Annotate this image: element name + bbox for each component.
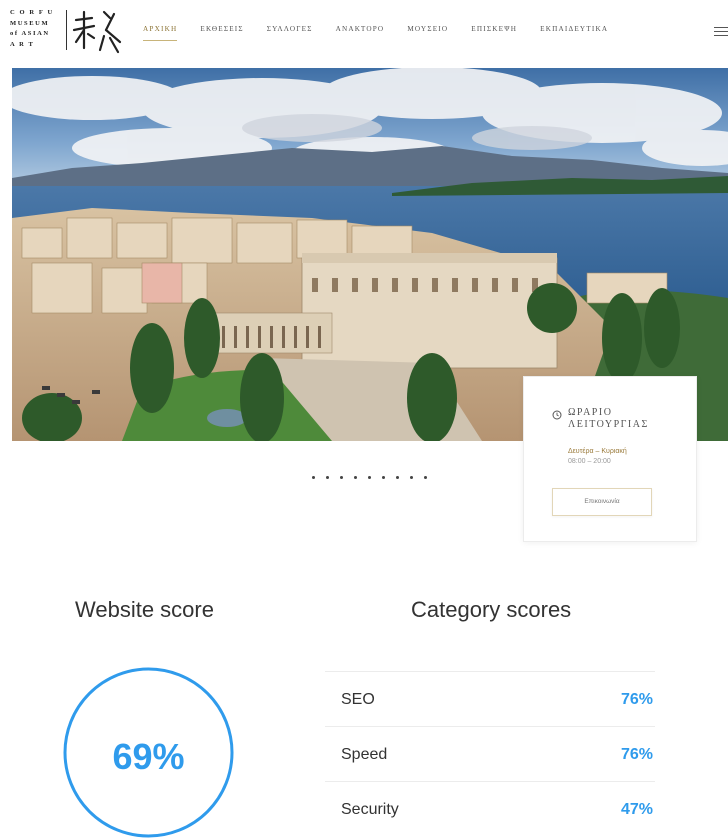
nav-item-museum[interactable]: ΜΟΥΣΕΙΟ [407, 24, 448, 38]
slider-dot[interactable] [354, 476, 357, 479]
website-score-value: 69% [112, 736, 185, 777]
opening-hours-card: ΩΡΑΡΙΟ ΛΕΙΤΟΥΡΓΙΑΣ Δευτέρα – Κυριακή 08:… [523, 376, 697, 542]
logo-line: A R T [10, 40, 35, 48]
nav-item-collections[interactable]: ΣΥΛΛΟΓΕΣ [267, 24, 313, 38]
slider-dot[interactable] [312, 476, 315, 479]
site-header: C O R F U MUSEUM of ASIAN A R T ΑΡΧΙΚΗ Ε… [0, 0, 728, 62]
nav-item-education[interactable]: ΕΚΠΑΙΔΕΥΤΙΚΑ [540, 24, 608, 38]
nav-item-exhibitions[interactable]: ΕΚΘΕΣΕΙΣ [200, 24, 243, 38]
category-name: Security [341, 801, 399, 818]
clock-icon [552, 410, 562, 420]
logo-line: MUSEUM [10, 19, 50, 27]
slider-pagination [312, 476, 438, 479]
slider-dot[interactable] [382, 476, 385, 479]
website-score-heading: Website score [75, 597, 214, 622]
slider-dot[interactable] [410, 476, 413, 479]
slider-dot[interactable] [340, 476, 343, 479]
opening-days: Δευτέρα – Κυριακή [568, 448, 627, 455]
slider-dot[interactable] [368, 476, 371, 479]
hamburger-icon[interactable] [714, 27, 728, 36]
category-name: Speed [341, 746, 388, 763]
nav-item-visit[interactable]: ΕΠΙΣΚΕΨΗ [471, 24, 517, 38]
logo-wordmark: C O R F U MUSEUM of ASIAN A R T [10, 8, 54, 50]
category-value: 47% [620, 801, 653, 818]
category-name: SEO [341, 691, 375, 708]
opening-hours-title-line: ΛΕΙΤΟΥΡΓΙΑΣ [568, 419, 649, 430]
category-value: 76% [620, 691, 653, 708]
category-row-seo: SEO 76% [325, 671, 655, 726]
contact-button[interactable]: Επικοινωνία [552, 488, 652, 516]
category-scores-table: SEO 76% Speed 76% Security 47% [325, 671, 655, 836]
museum-logo[interactable]: C O R F U MUSEUM of ASIAN A R T [10, 8, 122, 54]
nav-item-home[interactable]: ΑΡΧΙΚΗ [143, 24, 178, 41]
logo-line: of ASIAN [10, 30, 50, 38]
main-nav: ΑΡΧΙΚΗ ΕΚΘΕΣΕΙΣ ΣΥΛΛΟΓΕΣ ΑΝΑΚΤΟΡΟ ΜΟΥΣΕΙ… [143, 24, 631, 41]
opening-hours-title: ΩΡΑΡΙΟ ΛΕΙΤΟΥΡΓΙΑΣ [568, 407, 649, 431]
opening-hours-title-line: ΩΡΑΡΙΟ [568, 407, 613, 418]
category-scores-heading: Category scores [411, 597, 572, 622]
slider-dot[interactable] [326, 476, 329, 479]
category-row-speed: Speed 76% [325, 726, 655, 781]
opening-time: 08:00 – 20:00 [568, 458, 611, 465]
logo-line: C O R F U [10, 9, 54, 16]
category-value: 76% [620, 746, 653, 763]
category-row-security: Security 47% [325, 781, 655, 836]
nav-item-palace[interactable]: ΑΝΑΚΤΟΡΟ [336, 24, 385, 38]
slider-dot[interactable] [424, 476, 427, 479]
slider-dot[interactable] [396, 476, 399, 479]
logo-divider [66, 10, 67, 50]
calligraphy-logo-icon [72, 10, 122, 54]
